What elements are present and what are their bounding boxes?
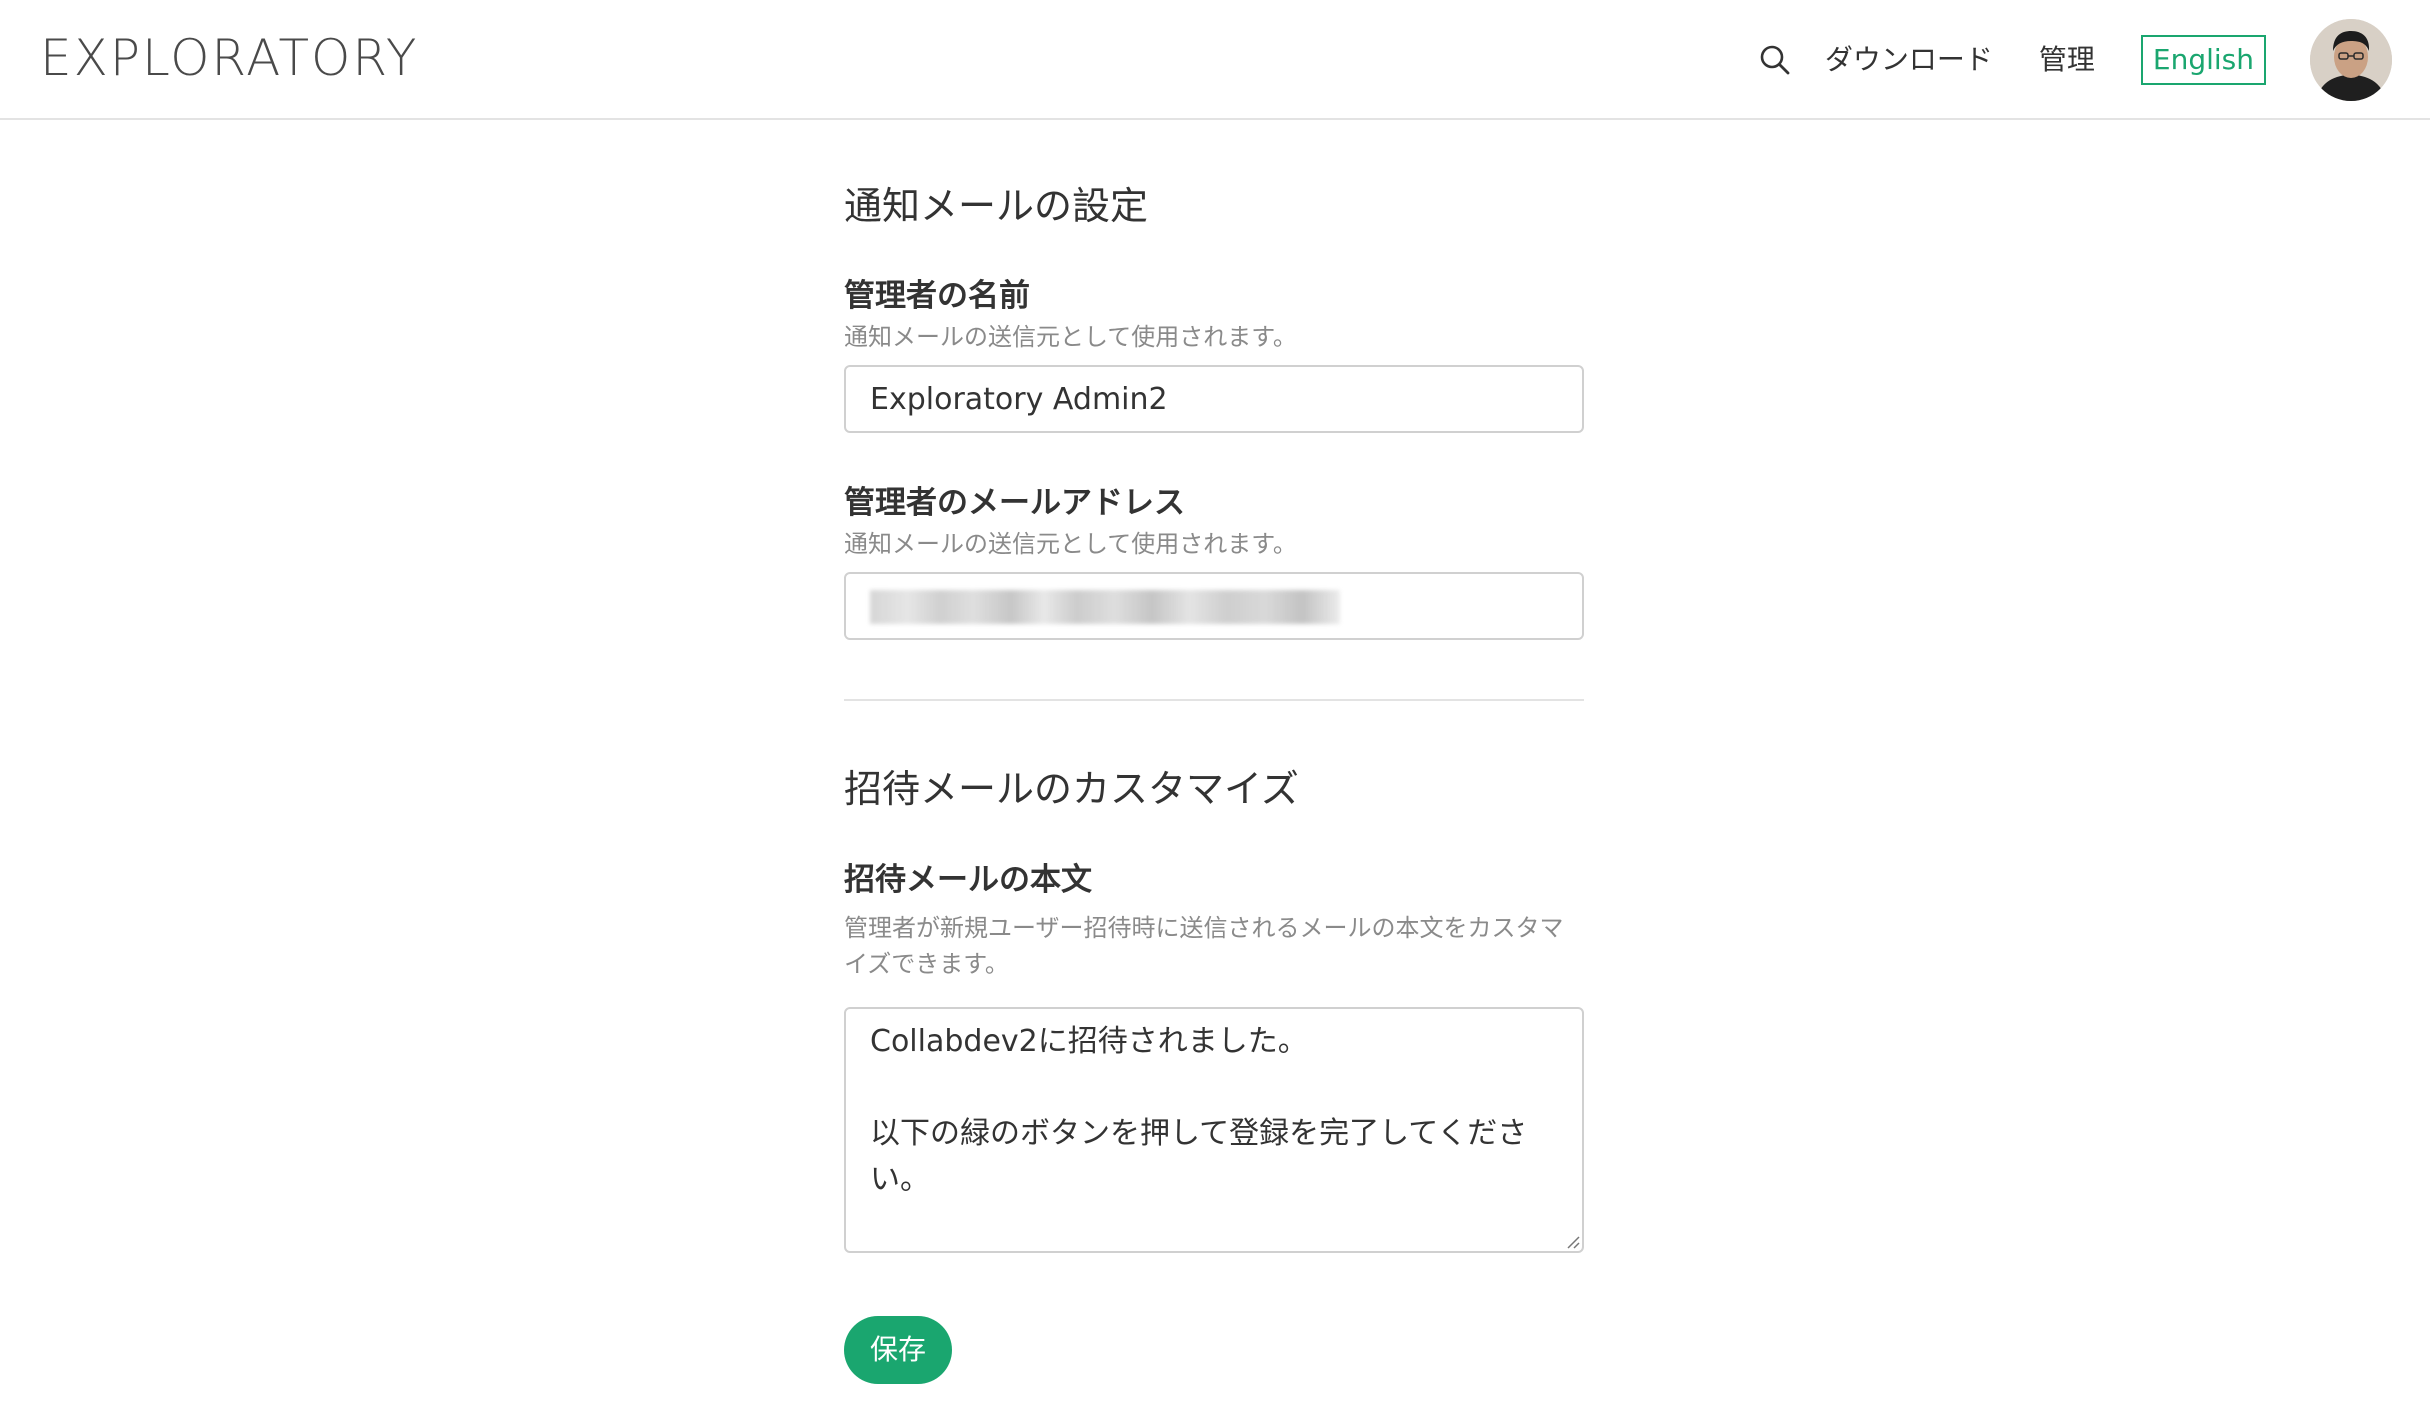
redacted-email-value [870,590,1340,624]
section-divider [844,699,1584,701]
admin-name-help: 通知メールの送信元として使用されます。 [844,323,1297,351]
resize-handle-icon[interactable] [1564,1233,1580,1249]
invite-section-title: 招待メールのカスタマイズ [844,767,1299,811]
top-nav: ダウンロード 管理 English [1755,0,2392,120]
nav-admin-link[interactable]: 管理 [2039,40,2095,80]
invite-body-help: 管理者が新規ユーザー招待時に送信されるメールの本文をカスタマイズできます。 [844,914,1564,978]
top-header: EXPLORATORY ダウンロード 管理 English [0,0,2430,120]
admin-email-label: 管理者のメールアドレス [844,485,1185,521]
admin-email-input[interactable] [844,572,1584,640]
nav-download-link[interactable]: ダウンロード [1825,40,1993,80]
search-icon[interactable] [1755,40,1795,80]
admin-email-help: 通知メールの送信元として使用されます。 [844,530,1297,558]
user-avatar[interactable] [2310,19,2392,101]
save-button[interactable]: 保存 [844,1316,952,1384]
language-toggle-button[interactable]: English [2140,35,2266,85]
invite-body-wrapper: Collabdev2に招待されました。 以下の緑のボタンを押して登録を完了してく… [844,1007,1584,1253]
logo[interactable]: EXPLORATORY [40,28,418,88]
admin-name-label: 管理者の名前 [844,278,1030,314]
invite-body-label: 招待メールの本文 [844,862,1092,898]
admin-name-input[interactable] [844,365,1584,433]
invite-body-textarea[interactable]: Collabdev2に招待されました。 以下の緑のボタンを押して登録を完了してく… [844,1007,1584,1253]
notification-section-title: 通知メールの設定 [844,184,1149,228]
